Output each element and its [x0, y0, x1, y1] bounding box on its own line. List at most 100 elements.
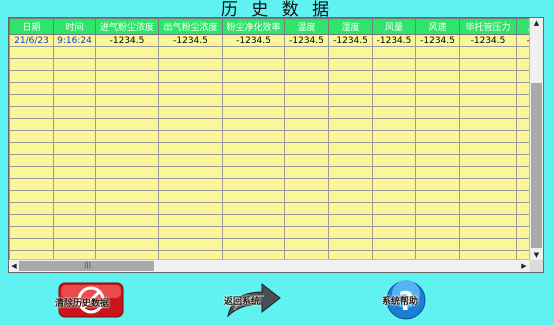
cell-inlet-dust[interactable]	[95, 166, 159, 179]
cell-pitot-pressure[interactable]	[459, 142, 517, 155]
cell-date[interactable]	[9, 82, 54, 95]
cell-humidity[interactable]	[328, 106, 373, 119]
cell-date[interactable]	[9, 130, 54, 143]
cell-temperature[interactable]	[284, 226, 329, 239]
cell-wind-speed[interactable]	[415, 238, 460, 251]
cell-efficiency[interactable]	[222, 58, 285, 71]
cell-humidity[interactable]: -1234.5	[328, 34, 373, 47]
cell-wind-speed[interactable]	[415, 154, 460, 167]
cell-humidity[interactable]	[328, 238, 373, 251]
cell-outlet-dust[interactable]	[158, 238, 223, 251]
cell-date[interactable]	[9, 226, 54, 239]
cell-air-volume[interactable]	[372, 130, 416, 143]
empty-table-row[interactable]	[9, 238, 529, 251]
cell-air-volume[interactable]: -1234.5	[372, 34, 416, 47]
cell-date[interactable]	[9, 106, 54, 119]
cell-air-volume[interactable]	[372, 166, 416, 179]
cell-pressure[interactable]: -123	[516, 34, 529, 47]
cell-date[interactable]	[9, 142, 54, 155]
cell-efficiency[interactable]	[222, 154, 285, 167]
cell-time[interactable]	[53, 58, 96, 71]
cell-pressure[interactable]	[516, 202, 529, 215]
column-header-air-volume[interactable]: 风量	[372, 18, 416, 35]
cell-pitot-pressure[interactable]	[459, 178, 517, 191]
cell-time[interactable]: 9:16:24	[53, 34, 96, 47]
cell-time[interactable]	[53, 214, 96, 227]
cell-time[interactable]	[53, 118, 96, 131]
cell-efficiency[interactable]	[222, 190, 285, 203]
cell-inlet-dust[interactable]	[95, 130, 159, 143]
cell-efficiency[interactable]: -1234.5	[222, 34, 285, 47]
cell-time[interactable]	[53, 154, 96, 167]
empty-table-row[interactable]	[9, 214, 529, 227]
cell-outlet-dust[interactable]	[158, 118, 223, 131]
cell-outlet-dust[interactable]	[158, 106, 223, 119]
cell-pressure[interactable]	[516, 142, 529, 155]
empty-table-row[interactable]	[9, 190, 529, 203]
cell-pitot-pressure[interactable]	[459, 118, 517, 131]
empty-table-row[interactable]	[9, 70, 529, 83]
cell-pressure[interactable]	[516, 94, 529, 107]
cell-air-volume[interactable]	[372, 142, 416, 155]
cell-wind-speed[interactable]	[415, 82, 460, 95]
cell-inlet-dust[interactable]	[95, 82, 159, 95]
cell-inlet-dust[interactable]	[95, 70, 159, 83]
cell-wind-speed[interactable]	[415, 58, 460, 71]
cell-efficiency[interactable]	[222, 214, 285, 227]
cell-humidity[interactable]	[328, 142, 373, 155]
cell-pressure[interactable]	[516, 58, 529, 71]
cell-temperature[interactable]	[284, 130, 329, 143]
cell-inlet-dust[interactable]	[95, 154, 159, 167]
cell-air-volume[interactable]	[372, 106, 416, 119]
cell-temperature[interactable]	[284, 190, 329, 203]
empty-table-row[interactable]	[9, 142, 529, 155]
cell-date[interactable]	[9, 94, 54, 107]
cell-pitot-pressure[interactable]	[459, 214, 517, 227]
cell-pressure[interactable]	[516, 118, 529, 131]
back-to-system-button[interactable]: 返回系统	[222, 280, 284, 320]
table-row[interactable]: 21/6/23 9:16:24 -1234.5 -1234.5 -1234.5 -1234…	[9, 34, 529, 47]
cell-inlet-dust[interactable]	[95, 94, 159, 107]
cell-air-volume[interactable]	[372, 94, 416, 107]
clear-history-button[interactable]: 清除历史数据	[55, 280, 127, 320]
cell-outlet-dust[interactable]	[158, 70, 223, 83]
cell-pressure[interactable]	[516, 106, 529, 119]
cell-air-volume[interactable]	[372, 46, 416, 59]
cell-wind-speed[interactable]	[415, 70, 460, 83]
cell-time[interactable]	[53, 70, 96, 83]
empty-table-row[interactable]	[9, 94, 529, 107]
cell-date[interactable]: 21/6/23	[9, 34, 54, 47]
cell-pressure[interactable]	[516, 226, 529, 239]
cell-inlet-dust[interactable]	[95, 190, 159, 203]
cell-air-volume[interactable]	[372, 70, 416, 83]
column-header-pitot-pressure[interactable]: 毕托管压力	[459, 18, 517, 35]
cell-date[interactable]	[9, 238, 54, 251]
cell-time[interactable]	[53, 82, 96, 95]
cell-temperature[interactable]	[284, 154, 329, 167]
cell-temperature[interactable]: -1234.5	[284, 34, 329, 47]
cell-temperature[interactable]	[284, 106, 329, 119]
cell-efficiency[interactable]	[222, 94, 285, 107]
cell-efficiency[interactable]	[222, 202, 285, 215]
cell-air-volume[interactable]	[372, 238, 416, 251]
cell-wind-speed[interactable]	[415, 118, 460, 131]
cell-time[interactable]	[53, 94, 96, 107]
cell-temperature[interactable]	[284, 58, 329, 71]
cell-outlet-dust[interactable]	[158, 46, 223, 59]
cell-time[interactable]	[53, 178, 96, 191]
cell-efficiency[interactable]	[222, 142, 285, 155]
cell-pitot-pressure[interactable]	[459, 238, 517, 251]
cell-air-volume[interactable]	[372, 118, 416, 131]
cell-pitot-pressure[interactable]	[459, 202, 517, 215]
cell-date[interactable]	[9, 118, 54, 131]
cell-humidity[interactable]	[328, 154, 373, 167]
cell-temperature[interactable]	[284, 46, 329, 59]
cell-pitot-pressure[interactable]	[459, 130, 517, 143]
cell-wind-speed[interactable]	[415, 142, 460, 155]
scroll-left-arrow-icon[interactable]: ◀	[9, 260, 19, 272]
cell-date[interactable]	[9, 154, 54, 167]
cell-date[interactable]	[9, 178, 54, 191]
cell-air-volume[interactable]	[372, 58, 416, 71]
cell-outlet-dust[interactable]	[158, 178, 223, 191]
cell-humidity[interactable]	[328, 166, 373, 179]
